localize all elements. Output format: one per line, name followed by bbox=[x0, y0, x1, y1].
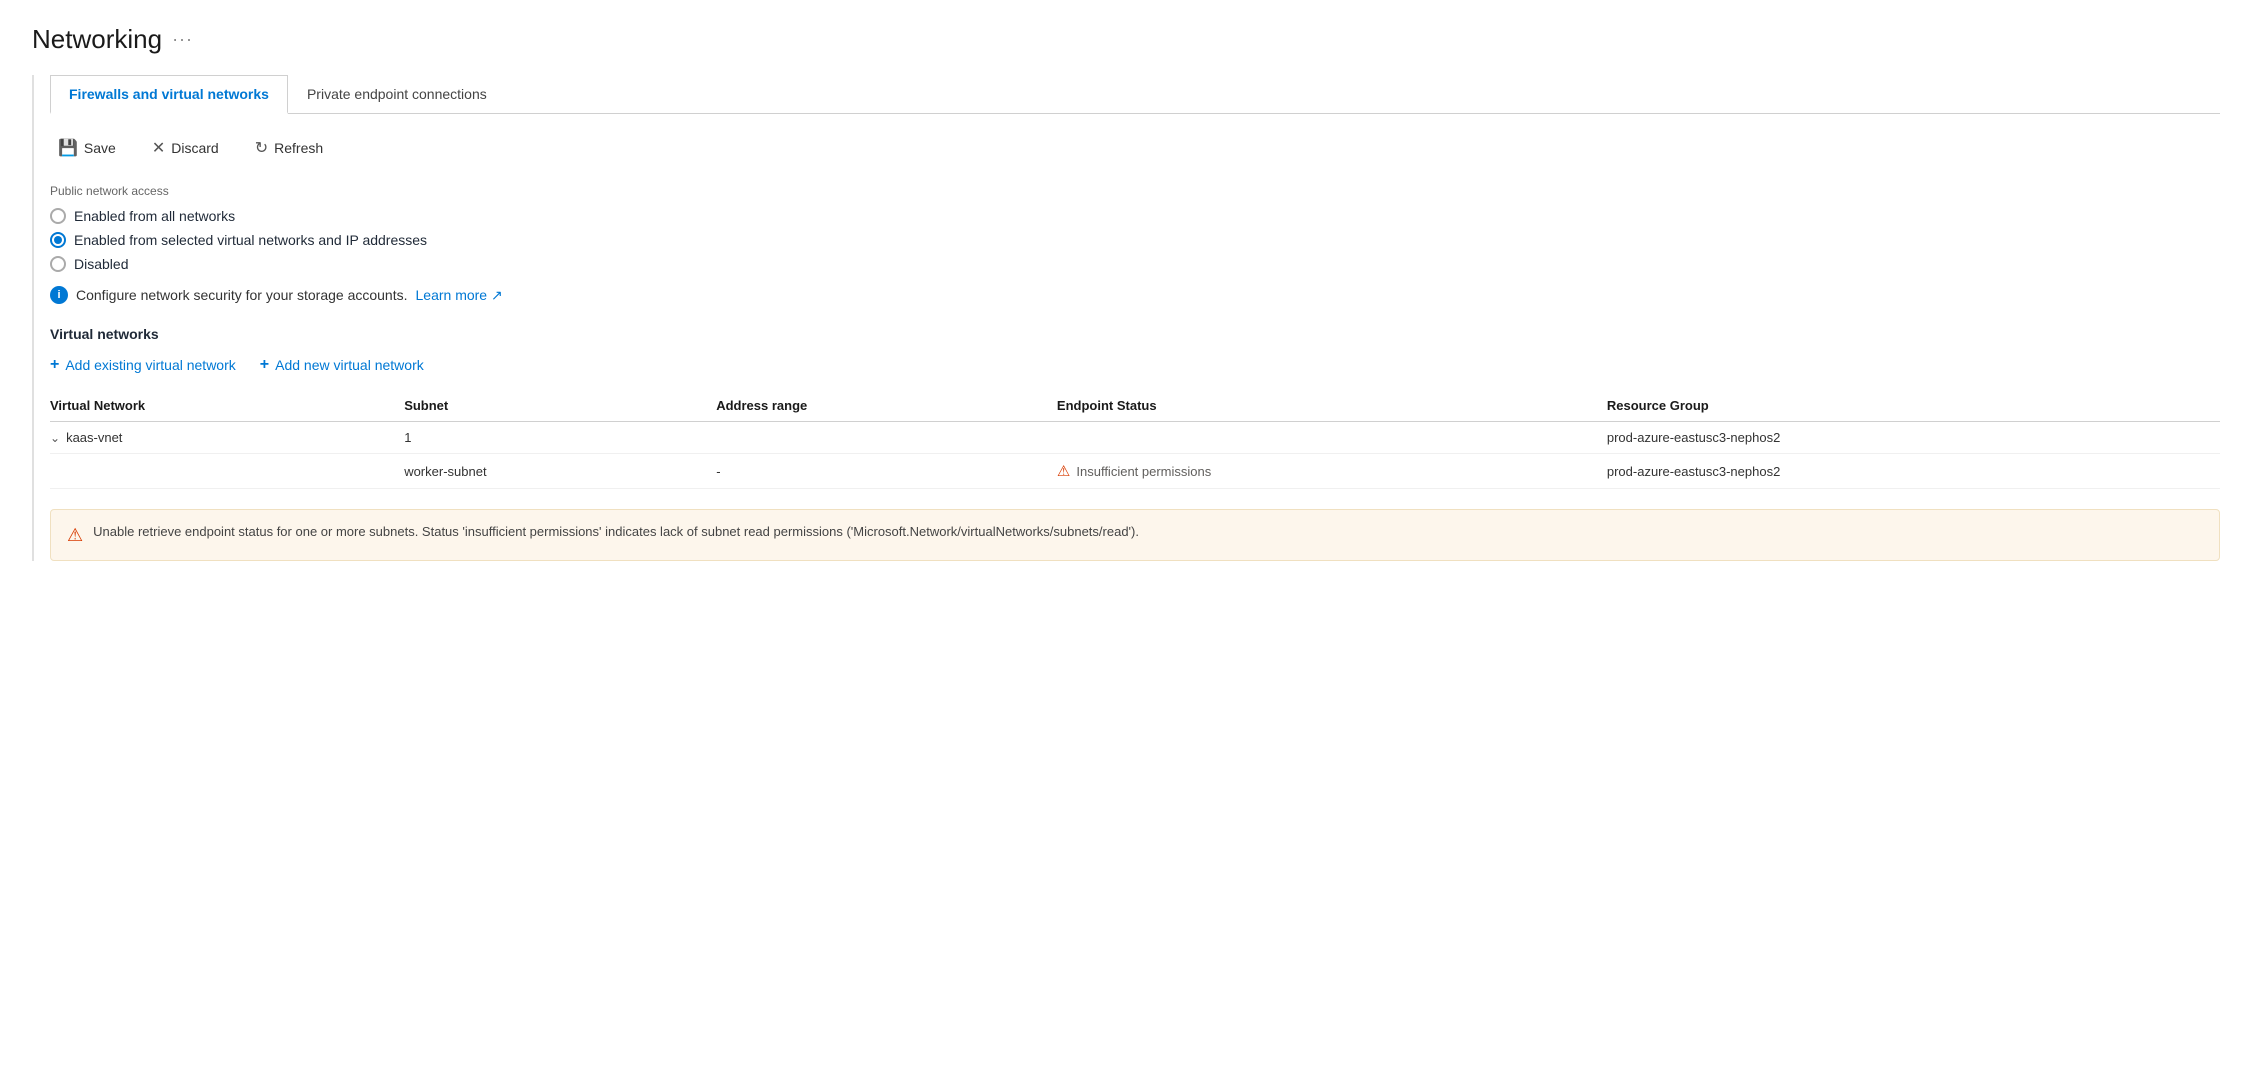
col-address: Address range bbox=[716, 390, 1057, 422]
radio-selected-networks[interactable]: Enabled from selected virtual networks a… bbox=[50, 232, 2220, 248]
subnet-name-cell: worker-subnet bbox=[404, 454, 716, 489]
learn-more-link[interactable]: Learn more ↗ bbox=[416, 287, 503, 304]
resource-group-cell: prod-azure-eastusc3-nephos2 bbox=[1607, 422, 2220, 454]
vnet-name-cell: ⌄ kaas-vnet bbox=[50, 422, 404, 454]
discard-icon: ✕ bbox=[152, 138, 165, 158]
radio-group: Enabled from all networks Enabled from s… bbox=[50, 208, 2220, 272]
info-text: Configure network security for your stor… bbox=[76, 287, 408, 303]
vnet-name-cell-2 bbox=[50, 454, 404, 489]
radio-circle-selected bbox=[50, 232, 66, 248]
add-new-vnet-link[interactable]: + Add new virtual network bbox=[260, 356, 424, 374]
endpoint-status-cell-2: ⚠ Insufficient permissions bbox=[1057, 454, 1607, 489]
radio-disabled[interactable]: Disabled bbox=[50, 256, 2220, 272]
title-text: Networking bbox=[32, 24, 162, 55]
radio-all-networks[interactable]: Enabled from all networks bbox=[50, 208, 2220, 224]
add-existing-vnet-link[interactable]: + Add existing virtual network bbox=[50, 356, 236, 374]
page-title: Networking ··· bbox=[32, 24, 2220, 55]
col-vnet: Virtual Network bbox=[50, 390, 404, 422]
save-button[interactable]: 💾 Save bbox=[50, 134, 124, 162]
public-network-label: Public network access bbox=[50, 184, 2220, 198]
col-subnet: Subnet bbox=[404, 390, 716, 422]
table-row: ⌄ kaas-vnet 1 prod-azure-eastusc3-nephos… bbox=[50, 422, 2220, 454]
tab-private-endpoints[interactable]: Private endpoint connections bbox=[288, 75, 506, 114]
address-range-cell-2: - bbox=[716, 454, 1057, 489]
plus-icon-new: + bbox=[260, 356, 269, 374]
warning-text: Unable retrieve endpoint status for one … bbox=[93, 524, 1139, 539]
radio-circle-disabled bbox=[50, 256, 66, 272]
ellipsis-icon[interactable]: ··· bbox=[172, 29, 193, 50]
col-endpoint-status: Endpoint Status bbox=[1057, 390, 1607, 422]
radio-circle-all bbox=[50, 208, 66, 224]
resource-group-cell-2: prod-azure-eastusc3-nephos2 bbox=[1607, 454, 2220, 489]
tab-bar: Firewalls and virtual networks Private e… bbox=[50, 75, 2220, 114]
content-area: Firewalls and virtual networks Private e… bbox=[32, 75, 2220, 561]
save-icon: 💾 bbox=[58, 138, 78, 158]
address-range-cell bbox=[716, 422, 1057, 454]
refresh-button[interactable]: ↻ Refresh bbox=[247, 134, 331, 162]
plus-icon-existing: + bbox=[50, 356, 59, 374]
endpoint-status-cell bbox=[1057, 422, 1607, 454]
tab-firewalls[interactable]: Firewalls and virtual networks bbox=[50, 75, 288, 114]
chevron-down-icon[interactable]: ⌄ bbox=[50, 431, 60, 445]
vnet-table: Virtual Network Subnet Address range End… bbox=[50, 390, 2220, 489]
external-link-icon: ↗ bbox=[491, 287, 503, 303]
info-row: i Configure network security for your st… bbox=[50, 286, 2220, 304]
toolbar: 💾 Save ✕ Discard ↻ Refresh bbox=[50, 134, 2220, 162]
subnet-count-cell: 1 bbox=[404, 422, 716, 454]
table-header-row: Virtual Network Subnet Address range End… bbox=[50, 390, 2220, 422]
discard-button[interactable]: ✕ Discard bbox=[144, 134, 227, 162]
refresh-icon: ↻ bbox=[255, 138, 268, 158]
warning-banner: ⚠ Unable retrieve endpoint status for on… bbox=[50, 509, 2220, 561]
table-row: worker-subnet - ⚠ Insufficient permissio… bbox=[50, 454, 2220, 489]
virtual-networks-title: Virtual networks bbox=[50, 326, 2220, 342]
warning-triangle-icon: ⚠ bbox=[1057, 462, 1070, 480]
warning-banner-icon: ⚠ bbox=[67, 525, 83, 546]
info-icon: i bbox=[50, 286, 68, 304]
action-bar: + Add existing virtual network + Add new… bbox=[50, 356, 2220, 374]
col-resource-group: Resource Group bbox=[1607, 390, 2220, 422]
